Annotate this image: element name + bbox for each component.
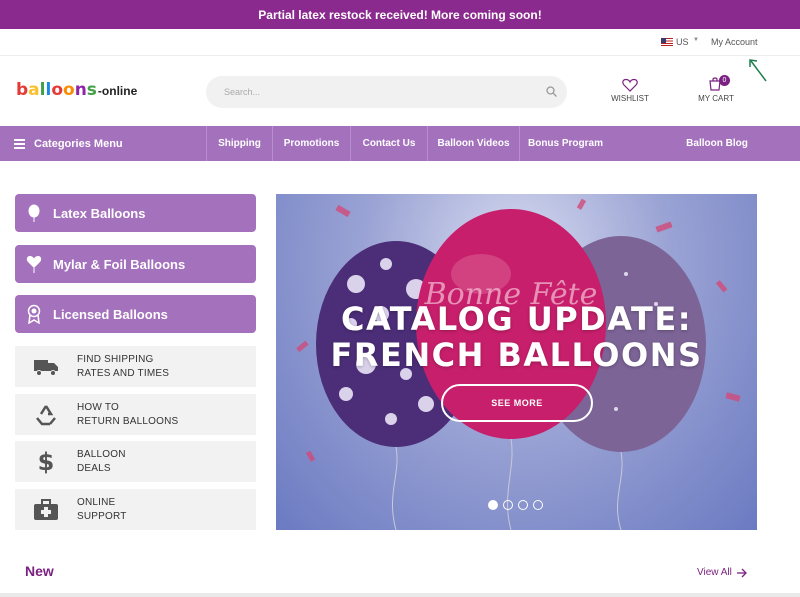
arrow-right-icon [736, 568, 747, 577]
main-nav: Categories Menu Shipping Promotions Cont… [0, 126, 800, 161]
new-section-title: New [25, 563, 54, 579]
slider-dot[interactable] [503, 500, 513, 510]
wishlist-link[interactable]: WISHLIST [605, 78, 655, 103]
slider-dot[interactable] [533, 500, 543, 510]
arrow-icon [749, 59, 767, 82]
info-line: SUPPORT [77, 510, 127, 522]
heart-icon [622, 78, 638, 92]
hamburger-icon [14, 137, 25, 151]
svg-text:$: $ [38, 449, 54, 475]
search-input[interactable] [224, 84, 524, 100]
category-label: Licensed Balloons [53, 306, 168, 322]
view-all-label: View All [697, 567, 732, 578]
see-more-button[interactable]: SEE MORE [441, 384, 593, 422]
search-icon[interactable] [546, 86, 557, 97]
logo-letter: b [16, 80, 29, 100]
nav-item-balloon-blog[interactable]: Balloon Blog [672, 126, 762, 161]
info-line: RETURN BALLOONS [77, 415, 179, 427]
my-account-link[interactable]: My Account [711, 37, 758, 47]
nav-item-shipping[interactable]: Shipping [206, 126, 272, 161]
slider-pagination [488, 500, 543, 510]
categories-menu-label: Categories Menu [34, 137, 123, 150]
logo-letter: a [28, 80, 40, 100]
slider-dot[interactable] [488, 500, 498, 510]
first-aid-kit-icon [15, 498, 77, 521]
logo-letter: o [63, 80, 75, 100]
section-divider [0, 593, 800, 597]
logo-suffix: -online [97, 84, 138, 98]
promo-banner-text: Partial latex restock received! More com… [258, 7, 542, 22]
top-utility-bar: US ▼ My Account [0, 29, 800, 56]
info-line: RATES AND TIMES [77, 367, 170, 379]
slide-title: CATALOG UPDATE: FRENCH BALLOONS [276, 301, 757, 373]
truck-icon [15, 357, 77, 377]
recycle-icon [15, 404, 77, 426]
logo-letter: n [74, 80, 87, 100]
country-selector[interactable]: US [676, 37, 689, 47]
hero-slider[interactable]: Bonne Fête CATALOG UPDATE: FRENCH BALLOO… [276, 194, 757, 530]
promo-banner: Partial latex restock received! More com… [0, 0, 800, 29]
info-online-support[interactable]: ONLINE SUPPORT [15, 489, 256, 530]
category-licensed-balloons[interactable]: Licensed Balloons [15, 295, 256, 333]
slide-title-line-2: FRENCH BALLOONS [330, 336, 703, 374]
info-line: DEALS [77, 462, 111, 474]
category-latex-balloons[interactable]: Latex Balloons [15, 194, 256, 232]
heart-balloon-icon [15, 255, 53, 273]
categories-menu-button[interactable]: Categories Menu [14, 126, 123, 161]
logo-wordmark: balloons [16, 80, 97, 100]
cart-count-badge: 0 [719, 75, 730, 86]
category-label: Mylar & Foil Balloons [53, 256, 186, 272]
us-flag-icon[interactable] [661, 38, 673, 46]
nav-item-contact-us[interactable]: Contact Us [350, 126, 427, 161]
category-mylar-foil-balloons[interactable]: Mylar & Foil Balloons [15, 245, 256, 283]
info-line: FIND SHIPPING [77, 353, 154, 365]
balloon-icon [15, 204, 53, 222]
logo-letter: s [86, 80, 97, 100]
slide-title-line-1: CATALOG UPDATE: [341, 300, 692, 338]
cart-link[interactable]: 0 MY CART [693, 75, 739, 103]
dollar-icon: $ [15, 449, 77, 475]
info-line: ONLINE [77, 496, 116, 508]
award-badge-icon [15, 304, 53, 324]
nav-item-balloon-videos[interactable]: Balloon Videos [427, 126, 519, 161]
wishlist-label: WISHLIST [611, 94, 649, 103]
info-line: BALLOON [77, 448, 126, 460]
logo-letter: o [51, 80, 63, 100]
info-shipping-rates[interactable]: FIND SHIPPING RATES AND TIMES [15, 346, 256, 387]
cart-label: MY CART [698, 94, 734, 103]
info-return-balloons[interactable]: HOW TO RETURN BALLOONS [15, 394, 256, 435]
info-line: HOW TO [77, 401, 119, 413]
site-logo[interactable]: balloons -online [16, 80, 137, 100]
info-balloon-deals[interactable]: $ BALLOON DEALS [15, 441, 256, 482]
nav-item-promotions[interactable]: Promotions [272, 126, 350, 161]
slider-dot[interactable] [518, 500, 528, 510]
view-all-link[interactable]: View All [697, 567, 748, 578]
category-label: Latex Balloons [53, 205, 146, 221]
chevron-down-icon[interactable]: ▼ [693, 37, 699, 43]
nav-item-bonus-program[interactable]: Bonus Program [519, 126, 611, 161]
search-box [206, 76, 567, 108]
